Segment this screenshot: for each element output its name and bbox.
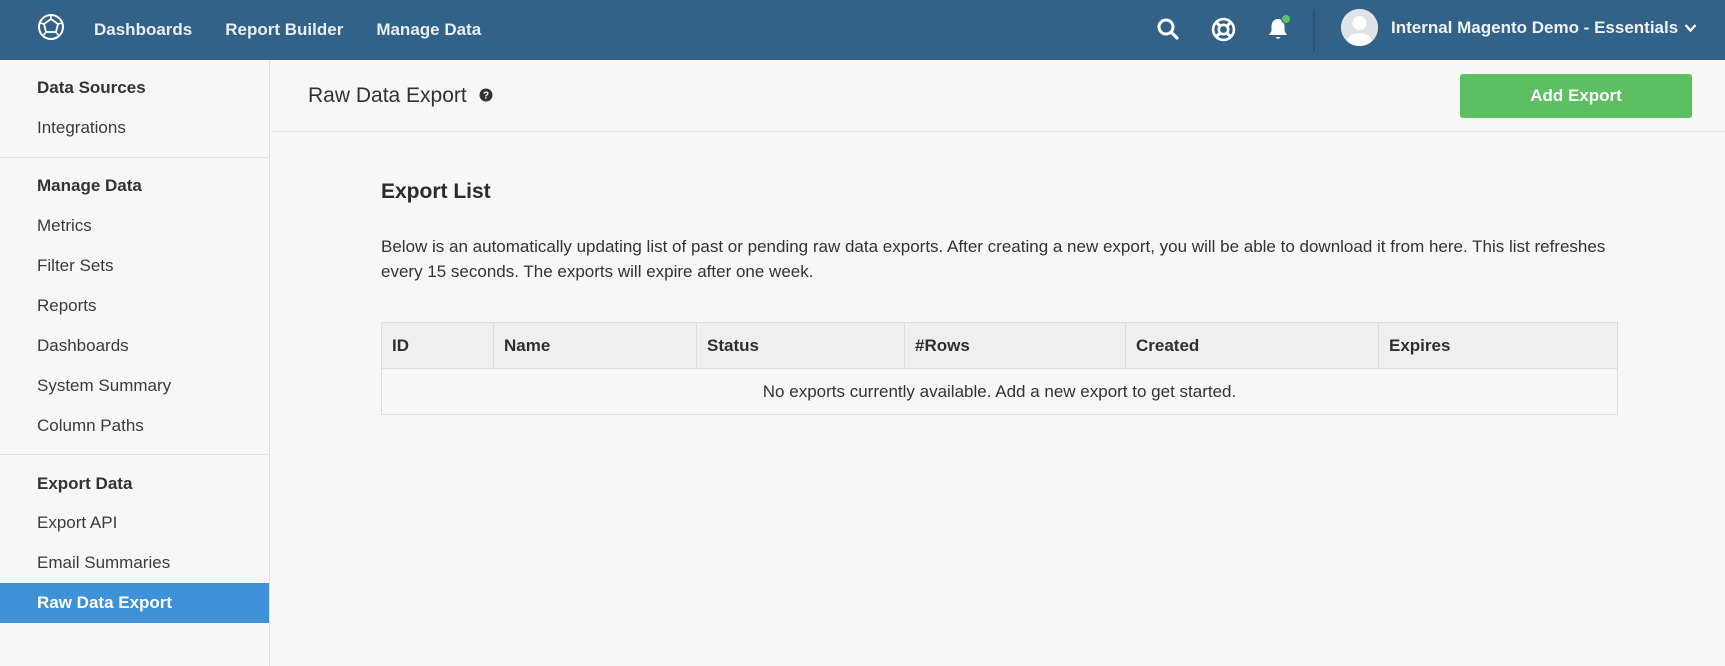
- magento-bi-logo-icon[interactable]: [37, 13, 65, 41]
- sidebar-item-dashboards[interactable]: Dashboards: [0, 326, 269, 366]
- notification-dot: [1281, 14, 1291, 24]
- page-header: Raw Data Export ? Add Export: [271, 60, 1725, 132]
- nav-report-builder[interactable]: Report Builder: [225, 20, 343, 40]
- column-header-name[interactable]: Name: [493, 322, 697, 369]
- question-circle-icon[interactable]: ?: [479, 84, 493, 108]
- nav-manage-data[interactable]: Manage Data: [376, 20, 481, 40]
- add-export-button[interactable]: Add Export: [1460, 74, 1692, 118]
- column-header-status[interactable]: Status: [696, 322, 905, 369]
- column-header-created[interactable]: Created: [1125, 322, 1379, 369]
- top-navigation-bar: Dashboards Report Builder Manage Data In…: [0, 0, 1725, 60]
- column-header-expires[interactable]: Expires: [1378, 322, 1618, 369]
- avatar[interactable]: [1341, 9, 1378, 46]
- sidebar-divider: [0, 454, 269, 455]
- sidebar-item-filter-sets[interactable]: Filter Sets: [0, 246, 269, 286]
- sidebar-item-export-api[interactable]: Export API: [0, 503, 269, 543]
- sidebar-item-system-summary[interactable]: System Summary: [0, 366, 269, 406]
- sidebar-item-email-summaries[interactable]: Email Summaries: [0, 543, 269, 583]
- sidebar-item-integrations[interactable]: Integrations: [0, 108, 269, 148]
- help-lifebuoy-icon[interactable]: [1210, 16, 1236, 42]
- sidebar: Data Sources Integrations Manage Data Me…: [0, 60, 270, 666]
- account-name-label: Internal Magento Demo - Essentials: [1391, 17, 1679, 37]
- export-table: ID Name Status #Rows Created Expires No …: [381, 322, 1618, 415]
- sidebar-section-export-data: Export Data: [37, 474, 133, 493]
- svg-text:?: ?: [483, 91, 489, 102]
- sidebar-section-data-sources: Data Sources: [37, 78, 146, 97]
- sidebar-divider: [0, 157, 269, 158]
- bell-icon[interactable]: [1265, 14, 1291, 42]
- nav-dashboards[interactable]: Dashboards: [94, 20, 192, 40]
- table-row: No exports currently available. Add a ne…: [381, 368, 1618, 415]
- page-title: Raw Data Export ?: [308, 84, 493, 108]
- export-list-section: Export List Below is an automatically up…: [381, 180, 1621, 281]
- page-title-text: Raw Data Export: [308, 84, 467, 107]
- column-header-id[interactable]: ID: [381, 322, 494, 369]
- sidebar-item-metrics[interactable]: Metrics: [0, 206, 269, 246]
- table-header-row: ID Name Status #Rows Created Expires: [381, 322, 1618, 369]
- topbar-divider: [1313, 9, 1315, 51]
- chevron-down-icon: [1684, 18, 1697, 38]
- search-icon[interactable]: [1155, 16, 1181, 42]
- export-list-description: Below is an automatically updating list …: [381, 237, 1606, 281]
- account-menu[interactable]: Internal Magento Demo - Essentials: [1391, 0, 1697, 55]
- sidebar-item-column-paths[interactable]: Column Paths: [0, 406, 269, 446]
- sidebar-item-reports[interactable]: Reports: [0, 286, 269, 326]
- sidebar-item-raw-data-export[interactable]: Raw Data Export: [0, 583, 269, 623]
- section-title: Export List: [381, 180, 491, 203]
- sidebar-section-manage-data: Manage Data: [37, 176, 142, 195]
- empty-table-message: No exports currently available. Add a ne…: [381, 368, 1618, 415]
- main-nav: Dashboards Report Builder Manage Data: [94, 0, 514, 60]
- column-header-rows[interactable]: #Rows: [904, 322, 1126, 369]
